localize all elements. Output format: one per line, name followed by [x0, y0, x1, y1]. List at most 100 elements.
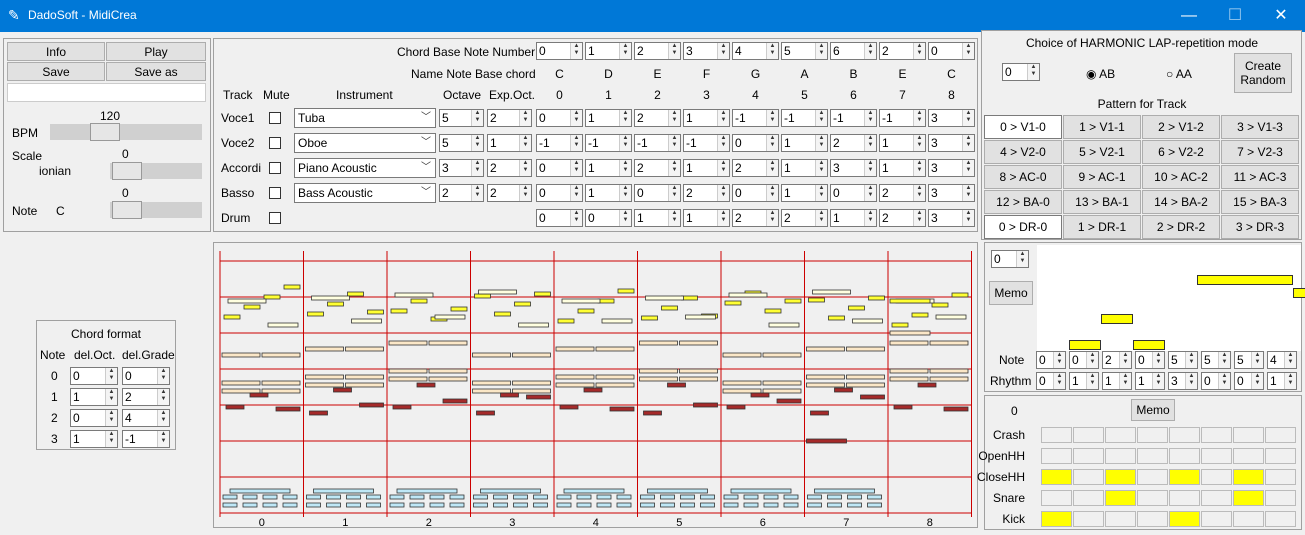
- roll-note[interactable]: [392, 404, 412, 410]
- roll-note[interactable]: [389, 502, 405, 508]
- pattern-button[interactable]: 0 > DR-0: [984, 215, 1062, 239]
- spin-arrows-icon[interactable]: ▲ ▼: [157, 389, 169, 405]
- grade-spin[interactable]: 3 ▲ ▼: [928, 184, 975, 202]
- roll-note[interactable]: [534, 291, 551, 297]
- spin-arrows-icon[interactable]: ▲ ▼: [815, 135, 827, 151]
- roll-note[interactable]: [429, 494, 445, 500]
- grade-spin[interactable]: 1 ▲ ▼: [585, 159, 632, 177]
- pattern-rhythm-spin[interactable]: 1 ▲ ▼: [1267, 372, 1297, 390]
- filename-field[interactable]: [7, 83, 206, 102]
- drum-step-cell[interactable]: [1265, 511, 1296, 527]
- roll-note[interactable]: [595, 346, 635, 352]
- drum-step-cell[interactable]: [1233, 427, 1264, 443]
- roll-note[interactable]: [722, 352, 762, 358]
- grade-spin[interactable]: -1 ▲ ▼: [536, 134, 583, 152]
- grade-spin[interactable]: 1 ▲ ▼: [879, 134, 926, 152]
- grade-spin[interactable]: 3 ▲ ▼: [928, 209, 975, 227]
- roll-note[interactable]: [359, 402, 384, 408]
- spin-arrows-icon[interactable]: ▲ ▼: [157, 368, 169, 384]
- roll-note[interactable]: [450, 306, 468, 312]
- spin-arrows-icon[interactable]: ▲ ▼: [668, 43, 680, 59]
- spin-arrows-icon[interactable]: ▲ ▼: [471, 160, 483, 176]
- grade-spin[interactable]: 3 ▲ ▼: [928, 109, 975, 127]
- roll-note[interactable]: [388, 340, 428, 346]
- exp-oct-spin[interactable]: 1 ▲ ▼: [487, 134, 532, 152]
- roll-note[interactable]: [307, 311, 324, 317]
- spin-arrows-icon[interactable]: ▲ ▼: [619, 110, 631, 126]
- spin-arrows-icon[interactable]: ▲ ▼: [619, 43, 631, 59]
- spin-arrows-icon[interactable]: ▲ ▼: [1284, 373, 1296, 389]
- drum-step-cell[interactable]: [1105, 490, 1136, 506]
- roll-note[interactable]: [722, 380, 762, 386]
- grade-spin[interactable]: -1 ▲ ▼: [879, 109, 926, 127]
- spin-arrows-icon[interactable]: ▲ ▼: [668, 160, 680, 176]
- roll-note[interactable]: [693, 402, 718, 408]
- roll-note[interactable]: [679, 376, 718, 382]
- drum-step-cell[interactable]: [1233, 490, 1264, 506]
- exp-oct-spin[interactable]: 2 ▲ ▼: [487, 184, 532, 202]
- pattern-button[interactable]: 13 > BA-1: [1063, 190, 1141, 214]
- radio-aa[interactable]: ○ AA: [1166, 67, 1192, 81]
- grade-spin[interactable]: 0 ▲ ▼: [536, 159, 583, 177]
- spin-arrows-icon[interactable]: ▲ ▼: [668, 185, 680, 201]
- chord-base-spin[interactable]: 3 ▲ ▼: [683, 42, 730, 60]
- chord-base-spin[interactable]: 2 ▲ ▼: [879, 42, 926, 60]
- chord-base-spin[interactable]: 0 ▲ ▼: [536, 42, 583, 60]
- roll-note[interactable]: [262, 494, 278, 500]
- roll-note[interactable]: [474, 293, 491, 299]
- roll-note[interactable]: [889, 340, 929, 346]
- mute-checkbox[interactable]: [269, 162, 281, 174]
- chord-base-spin[interactable]: 4 ▲ ▼: [732, 42, 779, 60]
- roll-note[interactable]: [951, 292, 969, 298]
- roll-note[interactable]: [931, 302, 949, 308]
- del-grade-spin[interactable]: 2 ▲ ▼: [122, 388, 170, 406]
- roll-note[interactable]: [222, 494, 238, 500]
- roll-note[interactable]: [267, 322, 299, 328]
- roll-note[interactable]: [556, 502, 572, 508]
- roll-note[interactable]: [667, 382, 686, 388]
- roll-note[interactable]: [750, 392, 770, 398]
- pattern-button[interactable]: 7 > V2-3: [1221, 140, 1299, 164]
- play-button[interactable]: Play: [106, 42, 206, 61]
- pattern-button[interactable]: 3 > V1-3: [1221, 115, 1299, 139]
- roll-note[interactable]: [526, 394, 551, 400]
- spin-arrows-icon[interactable]: ▲ ▼: [962, 43, 974, 59]
- roll-note[interactable]: [596, 494, 612, 500]
- roll-note[interactable]: [429, 502, 445, 508]
- grade-spin[interactable]: 2 ▲ ▼: [732, 159, 779, 177]
- spin-arrows-icon[interactable]: ▲ ▼: [864, 210, 876, 226]
- roll-note[interactable]: [410, 298, 428, 304]
- bpm-slider[interactable]: [50, 123, 202, 141]
- spin-arrows-icon[interactable]: ▲ ▼: [962, 110, 974, 126]
- drum-step-cell[interactable]: [1201, 511, 1232, 527]
- spin-arrows-icon[interactable]: ▲ ▼: [570, 135, 582, 151]
- spin-arrows-icon[interactable]: ▲ ▼: [766, 160, 778, 176]
- roll-note[interactable]: [889, 298, 931, 304]
- roll-note[interactable]: [409, 502, 425, 508]
- roll-note[interactable]: [313, 488, 374, 494]
- roll-note[interactable]: [828, 315, 845, 321]
- spin-arrows-icon[interactable]: ▲ ▼: [766, 135, 778, 151]
- spin-arrows-icon[interactable]: ▲ ▼: [519, 135, 531, 151]
- spin-arrows-icon[interactable]: ▲ ▼: [668, 110, 680, 126]
- roll-note[interactable]: [243, 304, 261, 310]
- drum-step-cell[interactable]: [1105, 469, 1136, 485]
- roll-note[interactable]: [261, 380, 301, 386]
- roll-note[interactable]: [597, 298, 615, 304]
- grade-spin[interactable]: 1 ▲ ▼: [879, 159, 926, 177]
- pattern-button[interactable]: 1 > DR-1: [1063, 215, 1141, 239]
- roll-note[interactable]: [762, 380, 802, 386]
- grade-spin[interactable]: 2 ▲ ▼: [683, 184, 730, 202]
- spin-arrows-icon[interactable]: ▲ ▼: [1119, 352, 1131, 368]
- roll-note[interactable]: [366, 502, 381, 508]
- pattern-note-spin[interactable]: 5 ▲ ▼: [1168, 351, 1198, 369]
- roll-note[interactable]: [261, 388, 301, 394]
- roll-note[interactable]: [808, 297, 825, 303]
- roll-note[interactable]: [563, 488, 625, 494]
- pattern-canvas[interactable]: [1037, 245, 1305, 351]
- grade-spin[interactable]: 0 ▲ ▼: [536, 184, 583, 202]
- spin-arrows-icon[interactable]: ▲ ▼: [1218, 373, 1230, 389]
- piano-roll[interactable]: 0 1 2 3 4 5 6 7 8: [213, 242, 978, 528]
- drum-memo-button[interactable]: Memo: [1131, 399, 1175, 421]
- roll-note[interactable]: [367, 309, 384, 315]
